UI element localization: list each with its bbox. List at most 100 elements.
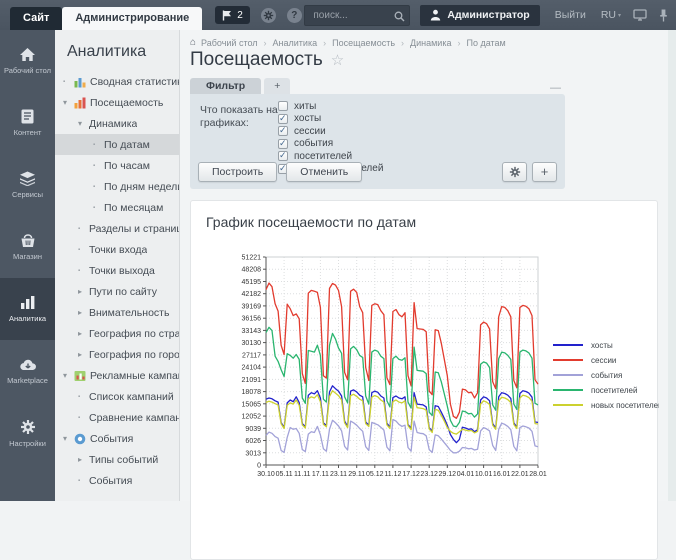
sidebar-item[interactable]: ▪Список кампаний [55,386,179,407]
chevron-down-icon[interactable]: ▾ [63,98,74,107]
checkbox-label[interactable]: хиты [294,101,316,112]
home-icon[interactable]: ⌂ [190,37,196,48]
sidebar-item[interactable]: ▪Точки входа [55,239,179,260]
svg-text:29.12: 29.12 [439,471,457,478]
rail-item-label: Сервисы [12,190,43,199]
sidebar-item[interactable]: ▪По месяцам [55,197,179,218]
sidebar-item[interactable]: ▾Рекламные кампании [55,365,179,386]
filter-tabs: Фильтр + — [190,78,565,94]
breadcrumb-item[interactable]: Посещаемость [332,38,395,48]
scrollbar-track[interactable] [668,30,676,501]
sidebar-item[interactable]: ▪По часам [55,155,179,176]
sidebar-item[interactable]: ▪События [55,470,179,491]
sidebar-item[interactable]: ▾Посещаемость [55,92,179,113]
svg-text:10.01: 10.01 [475,471,493,478]
checkbox[interactable] [278,101,288,111]
chevron-right-icon[interactable]: ▸ [78,350,89,359]
breadcrumb-separator: › [401,38,404,48]
svg-text:30130: 30130 [242,340,262,347]
add-filter-tab[interactable]: + [264,78,290,94]
sidebar-item[interactable]: ▾Динамика [55,113,179,134]
filter-checkbox-row: хиты [278,100,383,113]
chevron-down-icon[interactable]: ▾ [63,371,74,380]
checkbox-label[interactable]: сессии [294,126,326,137]
sidebar-menu: ▪Сводная статистика▾Посещаемость▾Динамик… [55,71,179,491]
chevron-down-icon: ▾ [618,12,621,19]
user-button[interactable]: Администратор [420,5,539,26]
notifications-button[interactable]: 2 [215,6,250,24]
rail-item-shop[interactable]: Магазин [0,216,55,278]
bars-icon [74,97,86,109]
sidebar-item[interactable]: ▪Сводная статистика [55,71,179,92]
breadcrumb-item[interactable]: Аналитика [273,38,318,48]
settings-gear-button[interactable] [261,8,276,23]
sidebar-item[interactable]: ▸Типы событий [55,449,179,470]
rail-item-marketplace[interactable]: Marketplace [0,340,55,402]
chevron-right-icon[interactable]: ▸ [78,308,89,317]
chevron-right-icon[interactable]: ▸ [78,287,89,296]
sidebar-item-label: События [90,433,133,445]
sidebar-item[interactable]: ▪Сравнение кампаний [55,407,179,428]
chart-card: График посещаемости по датам 03013602690… [190,200,658,560]
checkbox-label[interactable]: посетителей [294,151,352,162]
sidebar-item-label: Внимательность [89,307,169,319]
bar-chart-icon [20,295,36,310]
add-filter-field-button[interactable]: + [532,162,557,182]
svg-text:51221: 51221 [242,255,262,262]
admin-tab[interactable]: Администрирование [62,7,202,30]
bullet-icon: ▪ [93,205,104,211]
svg-text:3013: 3013 [245,450,261,457]
svg-text:04.01: 04.01 [457,471,475,478]
breadcrumb-separator: › [457,38,460,48]
favorite-star-icon[interactable]: ☆ [331,51,344,69]
sidebar-item[interactable]: ▪По дням недели [55,176,179,197]
checkbox-checked[interactable] [278,114,288,124]
chevron-down-icon[interactable]: ▾ [78,119,89,128]
chevron-right-icon[interactable]: ▸ [78,455,89,464]
visits-chart: 0301360269039120521506518078210912410427… [191,241,659,501]
chevron-down-icon[interactable]: ▾ [63,434,74,443]
svg-text:17.12: 17.12 [402,471,420,478]
sidebar-item[interactable]: ▾ События [55,428,179,449]
filter-tab[interactable]: Фильтр [190,78,261,94]
breadcrumb-item[interactable]: Рабочий стол [201,38,258,48]
bullet-icon: ▪ [78,268,89,274]
checkbox-label[interactable]: события [294,138,333,149]
sidebar-item[interactable]: ▸Пути по сайту [55,281,179,302]
sidebar-item-label: Точки входа [89,244,147,256]
monitor-icon[interactable] [633,9,647,21]
cancel-button[interactable]: Отменить [286,162,362,182]
rail-item-services[interactable]: Сервисы [0,154,55,216]
collapse-filter-icon[interactable]: — [550,82,561,94]
sidebar-item[interactable]: ▸География по городам [55,344,179,365]
svg-text:23.12: 23.12 [420,471,438,478]
search-icon[interactable] [394,9,405,27]
breadcrumb-item[interactable]: Динамика [410,38,451,48]
sidebar-item[interactable]: ▸География по странам [55,323,179,344]
checkbox-label[interactable]: хосты [294,113,321,124]
checkbox-checked[interactable] [278,151,288,161]
site-tab[interactable]: Сайт [10,7,62,30]
svg-text:посетителей: посетителей [591,386,637,395]
checkbox-checked[interactable] [278,126,288,136]
sidebar-item[interactable]: ▸Внимательность [55,302,179,323]
pin-icon[interactable] [659,9,668,22]
svg-text:хосты: хосты [591,341,613,350]
bullet-icon: ▪ [63,79,74,85]
rail-item-content[interactable]: Контент [0,92,55,154]
filter-settings-button[interactable] [502,162,527,182]
logout-link[interactable]: Выйти [555,9,586,21]
sidebar-item[interactable]: ▪Точки выхода [55,260,179,281]
build-button[interactable]: Построить [198,162,277,182]
svg-text:18078: 18078 [242,389,262,396]
rail-item-desktop[interactable]: Рабочий стол [0,30,55,92]
sidebar-item[interactable]: ▪Разделы и страницы [55,218,179,239]
help-button[interactable]: ? [287,8,302,23]
sidebar-item[interactable]: ▪По датам [55,134,179,155]
checkbox-checked[interactable] [278,139,288,149]
language-switcher[interactable]: RU ▾ [601,9,621,21]
chevron-right-icon[interactable]: ▸ [78,329,89,338]
rail-item-settings[interactable]: Настройки [0,402,55,464]
svg-text:6026: 6026 [245,438,261,445]
rail-item-analytics[interactable]: Аналитика [0,278,55,340]
